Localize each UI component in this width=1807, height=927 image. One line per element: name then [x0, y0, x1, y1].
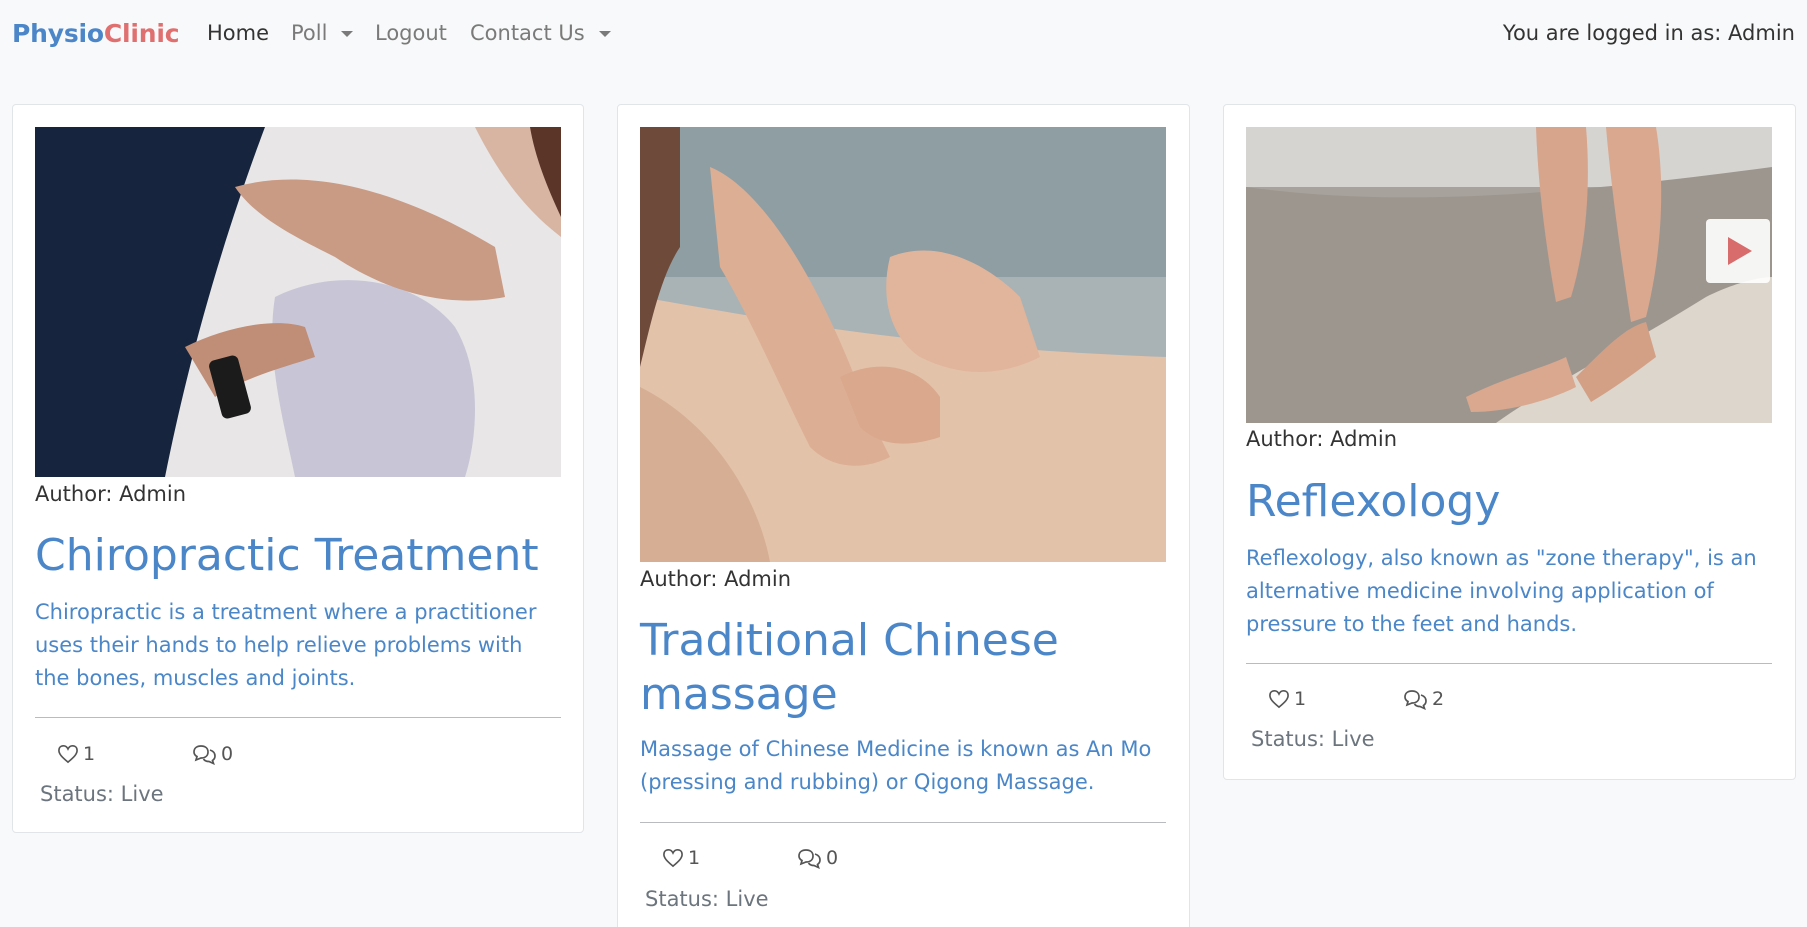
post-card: Author: Admin Traditional Chinese massag…	[617, 104, 1190, 927]
post-author: Author: Admin	[640, 567, 792, 591]
card-divider	[640, 822, 1166, 823]
nav-home-label: Home	[207, 21, 270, 45]
like-button[interactable]: 1	[1268, 688, 1306, 710]
heart-icon	[662, 848, 684, 868]
comment-button[interactable]: 0	[191, 743, 233, 765]
heart-icon	[57, 744, 79, 764]
post-card: Author: Admin Reflexology Reflexology, a…	[1223, 104, 1796, 780]
chevron-down-icon	[341, 31, 354, 37]
post-description: Massage of Chinese Medicine is known as …	[640, 737, 1152, 794]
comment-button[interactable]: 2	[1402, 688, 1444, 710]
login-status: You are logged in as: Admin	[1502, 21, 1795, 45]
like-count: 1	[1294, 688, 1307, 710]
post-description: Chiropractic is a treatment where a prac…	[35, 600, 537, 690]
comments-icon	[1402, 688, 1428, 710]
nav-poll-dropdown[interactable]: Poll	[291, 21, 354, 45]
post-title[interactable]: Traditional Chinese massage	[640, 614, 1166, 722]
brand-logo[interactable]: PhysioClinic	[12, 19, 180, 48]
nav-logout[interactable]: Logout	[375, 21, 447, 45]
post-description: Reflexology, also known as "zone therapy…	[1246, 546, 1757, 636]
comment-count: 2	[1432, 688, 1445, 710]
post-image	[1246, 127, 1772, 423]
nav-poll-label: Poll	[291, 21, 328, 45]
nav-contact-dropdown[interactable]: Contact Us	[470, 21, 611, 45]
brand-part-2: Clinic	[103, 19, 180, 48]
like-count: 1	[688, 847, 701, 869]
like-button[interactable]: 1	[57, 743, 95, 765]
like-count: 1	[83, 743, 96, 765]
post-author: Author: Admin	[1246, 427, 1398, 451]
post-title[interactable]: Chiropractic Treatment	[35, 529, 561, 583]
comments-icon	[796, 847, 822, 869]
heart-icon	[1268, 689, 1290, 709]
post-image	[35, 127, 561, 477]
nav-contact-label: Contact Us	[470, 21, 585, 45]
post-image	[640, 127, 1166, 562]
post-status: Status: Live	[40, 782, 164, 806]
brand-part-1: Physio	[12, 19, 104, 48]
post-card: Author: Admin Chiropractic Treatment Chi…	[12, 104, 584, 833]
nav-logout-label: Logout	[375, 21, 447, 45]
post-status: Status: Live	[645, 887, 769, 911]
comment-count: 0	[826, 847, 839, 869]
navbar: PhysioClinic Home Poll Logout Contact Us…	[0, 0, 1807, 72]
post-title[interactable]: Reflexology	[1246, 475, 1772, 529]
comments-icon	[191, 743, 217, 765]
post-author: Author: Admin	[35, 482, 187, 506]
post-status: Status: Live	[1251, 727, 1375, 751]
like-button[interactable]: 1	[662, 847, 700, 869]
nav-home[interactable]: Home	[207, 21, 269, 45]
chevron-down-icon	[598, 31, 611, 37]
comment-count: 0	[221, 743, 234, 765]
comment-button[interactable]: 0	[796, 847, 838, 869]
card-divider	[1246, 663, 1772, 664]
card-divider	[35, 717, 561, 718]
